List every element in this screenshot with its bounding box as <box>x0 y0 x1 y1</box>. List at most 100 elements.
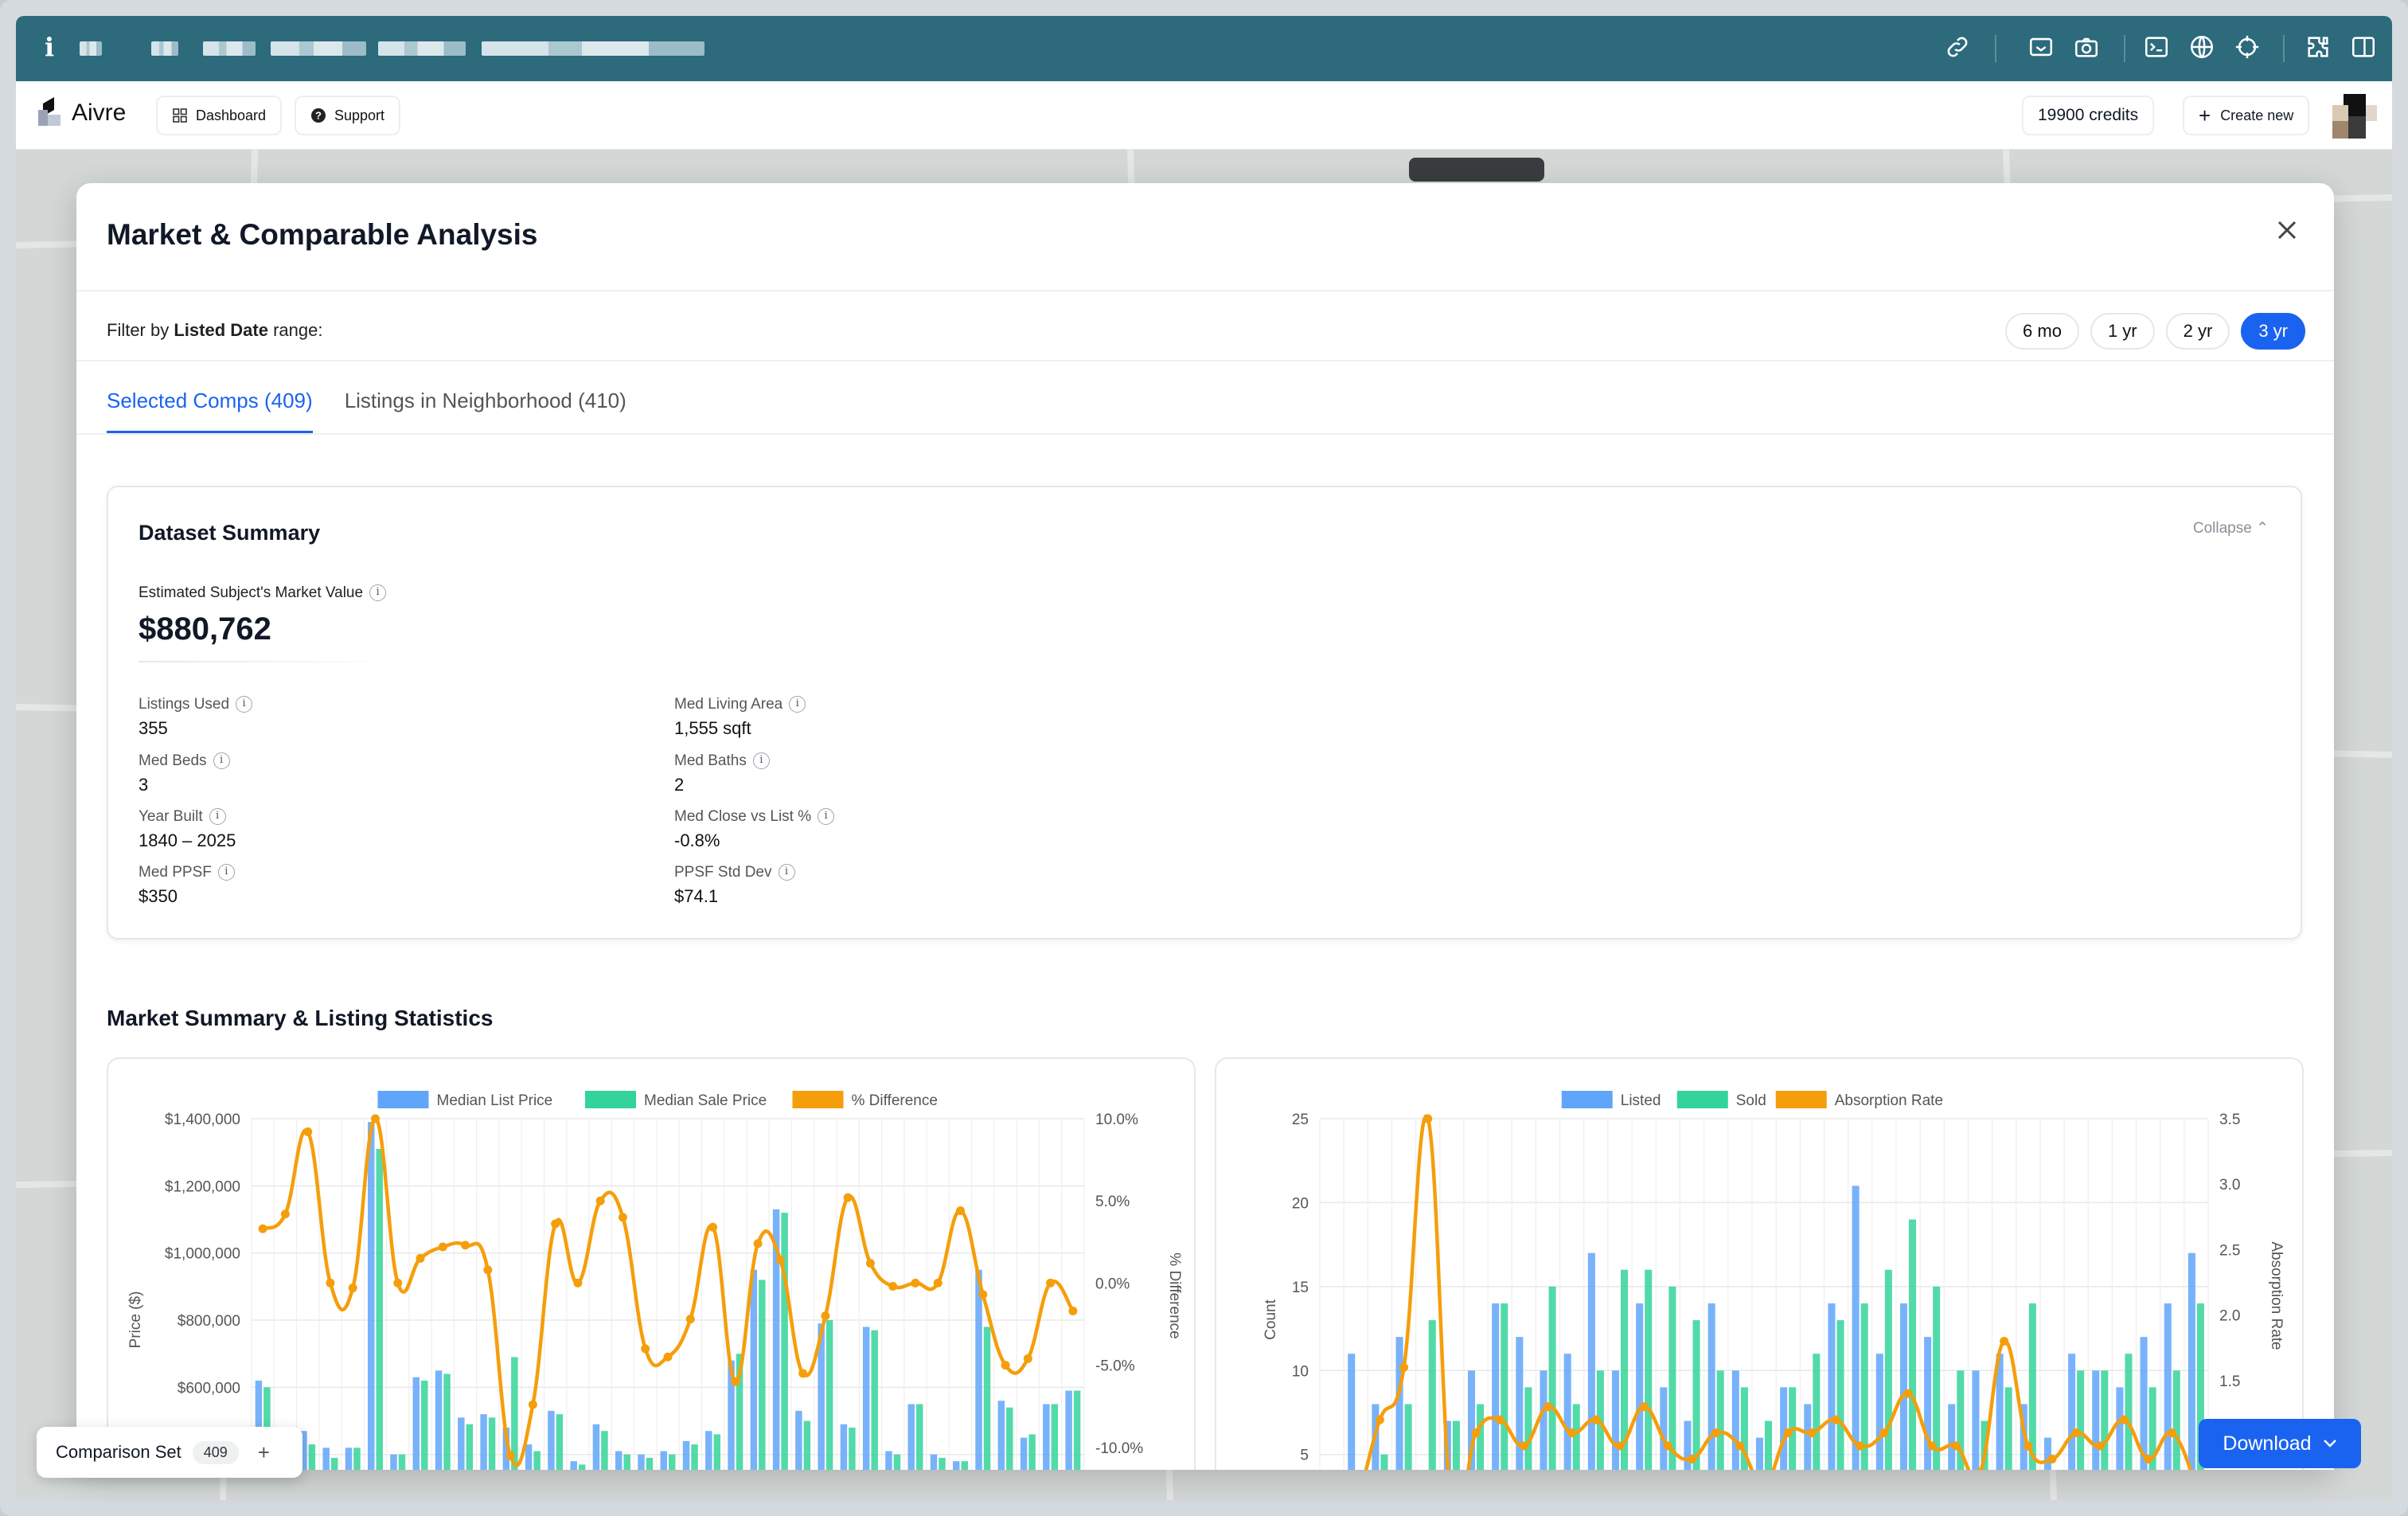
url-redacted[interactable] <box>151 41 178 56</box>
line-point <box>843 1193 853 1202</box>
avatar[interactable] <box>2332 94 2377 139</box>
line-point <box>956 1206 966 1216</box>
link-icon[interactable] <box>1942 33 1973 64</box>
bar <box>1051 1404 1059 1470</box>
info-icon[interactable]: i <box>752 752 770 770</box>
line-point <box>1399 1362 1409 1372</box>
line-point <box>1879 1428 1889 1438</box>
bar <box>840 1424 848 1470</box>
url-redacted[interactable] <box>482 41 704 56</box>
line-point <box>1831 1415 1840 1424</box>
line-point <box>821 1311 830 1321</box>
info-icon[interactable]: i <box>209 808 226 826</box>
dashboard-button[interactable]: Dashboard <box>156 96 283 135</box>
url-redacted[interactable] <box>271 41 366 56</box>
add-icon[interactable]: + <box>258 1440 270 1465</box>
tab-neighborhood-listings[interactable]: Listings in Neighborhood (410) <box>345 389 626 433</box>
download-button[interactable]: Download <box>2199 1419 2361 1468</box>
brand-logo[interactable]: Aivre <box>38 96 126 127</box>
section-title: Market Summary & Listing Statistics <box>107 1006 494 1030</box>
bar <box>1492 1303 1500 1470</box>
y2-tick-label: -5.0% <box>1095 1358 1135 1375</box>
bar <box>2077 1370 2085 1470</box>
line-point <box>2144 1454 2153 1463</box>
collapse-button[interactable]: Collapse ⌃ <box>2193 519 2269 537</box>
price-chart[interactable]: $1,400,000 $1,200,000 $1,000,000 $800,000 $6… <box>108 1059 1196 1470</box>
bar <box>353 1448 361 1470</box>
bar <box>691 1444 698 1470</box>
bar <box>1572 1404 1580 1470</box>
create-new-button[interactable]: + Create new <box>2183 96 2310 135</box>
credits-badge[interactable]: 19900 credits <box>2022 96 2155 135</box>
bar <box>1884 1269 1892 1470</box>
line-point <box>1495 1415 1505 1424</box>
y-tick-label: 15 <box>1292 1280 1309 1296</box>
line-point <box>1735 1441 1745 1451</box>
bar <box>1692 1320 1700 1470</box>
count-chart[interactable]: 2520151053.53.02.52.01.51.0CountAbsorpti… <box>1216 1059 2304 1470</box>
info-icon[interactable]: i <box>369 584 387 602</box>
bar <box>1716 1370 1724 1470</box>
stat-med-baths: Med Baths i 2 <box>674 752 770 795</box>
bar <box>795 1410 802 1470</box>
url-redacted[interactable] <box>203 41 256 56</box>
comparison-set-widget[interactable]: Comparison Set 409 + <box>37 1427 302 1478</box>
tab-selected-comps[interactable]: Selected Comps (409) <box>107 389 313 433</box>
close-icon[interactable] <box>2275 218 2299 247</box>
bar <box>1731 1370 1739 1470</box>
range-6mo-button[interactable]: 6 mo <box>2005 313 2079 350</box>
card-title: Dataset Summary <box>139 521 321 545</box>
line-point <box>280 1209 290 1219</box>
info-icon[interactable]: i <box>217 864 235 881</box>
range-2yr-button[interactable]: 2 yr <box>2165 313 2230 350</box>
legend-label: Absorption Rate <box>1835 1092 1943 1109</box>
sidebar-icon[interactable] <box>2348 33 2379 64</box>
url-redacted[interactable] <box>80 41 102 56</box>
url-redacted[interactable] <box>378 41 466 56</box>
bar <box>1548 1286 1556 1470</box>
bar <box>975 1269 982 1470</box>
bar <box>1645 1269 1653 1470</box>
line-point <box>1423 1114 1433 1123</box>
line-point <box>775 1255 785 1264</box>
bar <box>862 1326 870 1470</box>
grid-icon <box>173 108 187 123</box>
info-icon[interactable]: i <box>45 32 54 62</box>
extension-icon[interactable] <box>2303 33 2333 64</box>
bar <box>1899 1303 1907 1470</box>
camera-icon[interactable] <box>2071 33 2102 64</box>
create-new-label: Create new <box>2220 107 2294 123</box>
bar <box>570 1461 577 1470</box>
line-point <box>348 1284 357 1293</box>
info-icon[interactable]: i <box>818 808 835 826</box>
bar <box>345 1448 353 1470</box>
line-point <box>1688 1454 1697 1463</box>
y-tick-label: $1,400,000 <box>165 1112 240 1128</box>
range-1yr-button[interactable]: 1 yr <box>2090 313 2155 350</box>
svg-text:?: ? <box>315 110 322 122</box>
crosshair-icon[interactable] <box>2232 33 2262 64</box>
tab-bar: Selected Comps (409) Listings in Neighbo… <box>107 389 626 433</box>
screenshot-icon[interactable] <box>2026 33 2056 64</box>
globe-icon[interactable] <box>2187 33 2217 64</box>
info-icon[interactable]: i <box>778 864 795 881</box>
stat-med-ppsf: Med PPSF i $350 <box>139 864 235 907</box>
terminal-icon[interactable] <box>2141 33 2172 64</box>
bar <box>601 1431 608 1470</box>
comparison-set-label: Comparison Set <box>56 1442 181 1462</box>
y-tick-label: 20 <box>1292 1195 1309 1212</box>
line-point <box>731 1377 740 1386</box>
info-icon[interactable]: i <box>213 752 230 770</box>
info-icon[interactable]: i <box>236 696 253 713</box>
bar <box>1395 1337 1403 1470</box>
y2-tick-label: 10.0% <box>1095 1112 1138 1128</box>
bar <box>660 1451 667 1470</box>
bar <box>2187 1252 2195 1470</box>
info-icon[interactable]: i <box>789 696 806 713</box>
support-button[interactable]: ? Support <box>295 96 401 135</box>
bar <box>907 1404 915 1470</box>
divider <box>139 661 409 662</box>
line-point <box>1068 1306 1078 1315</box>
line-point <box>1783 1428 1793 1438</box>
range-3yr-button[interactable]: 3 yr <box>2241 313 2305 350</box>
